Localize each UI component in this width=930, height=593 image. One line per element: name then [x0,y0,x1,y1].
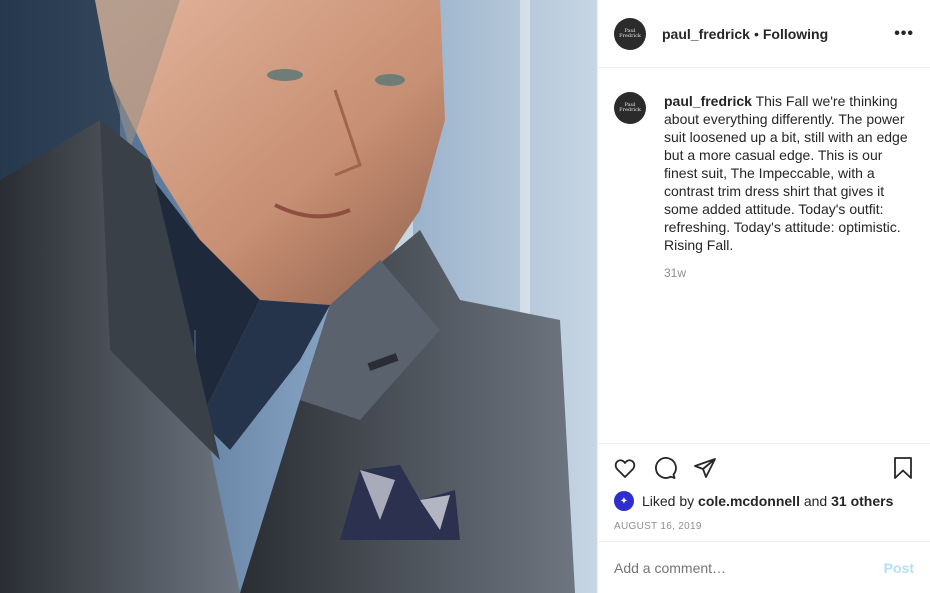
post-photo[interactable] [0,0,597,593]
likes-summary: ✦ Liked by cole.mcdonnell and 31 others [598,491,930,511]
following-button[interactable]: Following [763,26,828,42]
likes-others-link[interactable]: 31 others [831,493,893,509]
avatar[interactable]: Paul Fredrick [614,17,646,50]
comments-section: Paul Fredrick paul_fredrick This Fall we… [598,68,930,443]
more-options-icon[interactable]: ••• [894,25,914,43]
post-actions [598,443,930,491]
likes-prefix: Liked by [642,493,695,509]
heart-icon[interactable] [612,455,638,481]
caption-age[interactable]: 31w [664,266,914,280]
liker-username-link[interactable]: cole.mcdonnell [698,493,800,509]
post-header: Paul Fredrick paul_fredrick • Following … [598,0,930,68]
likes-and: and [803,493,828,509]
comment-input[interactable] [614,559,884,576]
liker-avatar[interactable]: ✦ [614,491,634,511]
post-side-panel: Paul Fredrick paul_fredrick • Following … [597,0,930,593]
username-link[interactable]: paul_fredrick [662,26,750,42]
paper-plane-icon[interactable] [692,455,718,481]
caption-comment: Paul Fredrick paul_fredrick This Fall we… [614,92,914,254]
separator-dot: • [753,25,759,42]
caption-body: This Fall we're thinking about everythin… [664,93,908,253]
post-date[interactable]: AUGUST 16, 2019 [598,511,930,541]
caption-username-link[interactable]: paul_fredrick [664,93,752,109]
caption-avatar[interactable]: Paul Fredrick [614,92,646,124]
caption-text: paul_fredrick This Fall we're thinking a… [664,92,914,254]
bookmark-icon[interactable] [890,455,916,481]
post-comment-button[interactable]: Post [884,560,914,576]
photo-illustration [0,0,597,593]
post-viewer: Paul Fredrick paul_fredrick • Following … [0,0,930,593]
comment-icon[interactable] [652,455,678,481]
add-comment-bar: Post [598,541,930,593]
